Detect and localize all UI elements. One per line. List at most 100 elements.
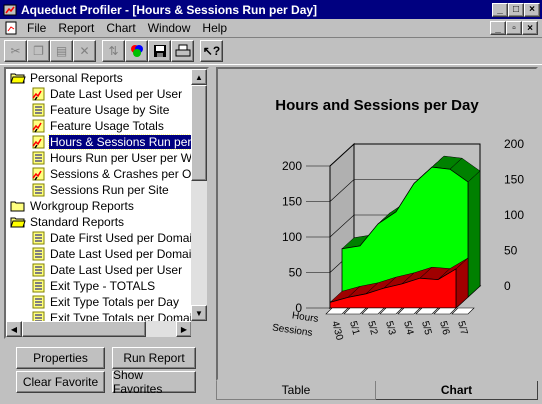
run-report-button[interactable]: Run Report xyxy=(112,347,196,369)
minimize-button[interactable]: _ xyxy=(492,2,508,17)
color-palette-icon[interactable] xyxy=(125,40,148,62)
menu-report[interactable]: Report xyxy=(52,21,100,35)
tree-item[interactable]: Sessions Run per Site xyxy=(30,182,170,198)
view-tabs: Table Chart xyxy=(216,381,538,400)
menu-help[interactable]: Help xyxy=(196,21,233,35)
x-tick-label: 5/5 xyxy=(419,320,433,337)
tree-item-label: Hours & Sessions Run per Da xyxy=(47,134,192,150)
y-tick-label-right: 150 xyxy=(504,173,524,187)
scroll-left-icon[interactable]: ◀ xyxy=(6,321,22,337)
tree-group-label: Standard Reports xyxy=(30,215,125,229)
menu-window[interactable]: Window xyxy=(142,21,197,35)
paste-icon[interactable]: ▤ xyxy=(50,40,73,62)
tree-item-label: Exit Type Totals per Day xyxy=(50,295,179,309)
tree-item[interactable]: Hours & Sessions Run per Da xyxy=(30,134,192,150)
menu-chart[interactable]: Chart xyxy=(100,21,141,35)
print-icon[interactable] xyxy=(171,40,194,62)
report-chart-icon xyxy=(32,167,45,181)
x-tick-label: 5/4 xyxy=(401,320,415,337)
y-tick-label-right: 0 xyxy=(504,279,511,293)
folder-icon xyxy=(10,201,25,212)
close-button[interactable]: × xyxy=(524,2,540,17)
tree-item-label: Date Last Used per User xyxy=(50,87,183,101)
tab-chart[interactable]: Chart xyxy=(376,381,538,400)
y-tick-label-right: 100 xyxy=(504,208,524,222)
show-favorites-button[interactable]: Show Favorites xyxy=(112,368,196,396)
scroll-right-icon[interactable]: ▶ xyxy=(176,321,192,337)
report-tree[interactable]: Personal Reports Date Last Used per User F… xyxy=(4,67,209,339)
tree-item[interactable]: Date First Used per Domain xyxy=(30,230,192,246)
tree-item-label: Date Last Used per Domain xyxy=(50,247,192,261)
app-icon xyxy=(3,4,17,15)
tree-group[interactable]: Personal Reports xyxy=(10,70,124,86)
properties-button[interactable]: Properties xyxy=(16,347,105,369)
tree-item[interactable]: Date Last Used per User xyxy=(30,262,183,278)
report-table-icon xyxy=(32,311,45,321)
tree-item[interactable]: Date Last Used per Domain xyxy=(30,246,192,262)
tab-table[interactable]: Table xyxy=(216,381,376,400)
tree-item-label: Exit Type Totals per Domain xyxy=(50,311,192,321)
y-tick-label-left: 150 xyxy=(282,195,302,209)
tree-item-label: Exit Type - TOTALS xyxy=(50,279,156,293)
tree-item[interactable]: Feature Usage Totals xyxy=(30,118,165,134)
scroll-down-icon[interactable]: ▼ xyxy=(191,305,207,321)
tree-item[interactable]: Date Last Used per User xyxy=(30,86,183,102)
report-table-icon xyxy=(32,263,45,277)
report-table-icon xyxy=(32,103,45,117)
window-title: Aqueduct Profiler - [Hours & Sessions Ru… xyxy=(21,2,318,17)
tree-group-label: Personal Reports xyxy=(30,71,123,85)
horizontal-scroll-thumb[interactable] xyxy=(22,321,146,337)
delete-icon[interactable]: ✕ xyxy=(73,40,96,62)
horizontal-scrollbar[interactable]: ◀ ▶ xyxy=(6,321,192,337)
chart-3d-area: 005050100100150150200200HoursSessions 4/3… xyxy=(271,137,524,342)
y-tick-label-left: 200 xyxy=(282,159,302,173)
vertical-scrollbar[interactable]: ▲ ▼ xyxy=(191,69,207,321)
doc-minimize-button[interactable]: _ xyxy=(490,21,506,35)
save-icon[interactable] xyxy=(148,40,171,62)
tree-item[interactable]: Feature Usage by Site xyxy=(30,102,170,118)
tree-item-label: Date First Used per Domain xyxy=(50,231,192,245)
x-tick-label: 5/7 xyxy=(455,320,469,337)
title-bar[interactable]: Aqueduct Profiler - [Hours & Sessions Ru… xyxy=(0,0,542,19)
tree-item[interactable]: Sessions & Crashes per OS xyxy=(30,166,192,182)
report-table-icon xyxy=(32,231,45,245)
y-tick-label-right: 200 xyxy=(504,137,524,151)
vertical-scroll-thumb[interactable] xyxy=(191,85,207,181)
x-tick-label: 5/1 xyxy=(347,320,361,337)
tree-item-label: Hours Run per User per Wee xyxy=(50,151,192,165)
x-tick-label: 4/30 xyxy=(329,320,345,342)
tree-group[interactable]: Standard Reports xyxy=(10,214,125,230)
tree-group[interactable]: Workgroup Reports xyxy=(10,198,135,214)
doc-close-button[interactable]: × xyxy=(522,21,538,35)
scroll-corner xyxy=(191,321,207,337)
x-tick-label: 5/2 xyxy=(365,320,379,337)
copy-icon[interactable]: ❐ xyxy=(27,40,50,62)
report-table-icon xyxy=(32,183,45,197)
doc-restore-button[interactable]: ▫ xyxy=(506,21,522,35)
report-table-icon xyxy=(32,151,45,165)
x-tick-label: 5/6 xyxy=(437,320,451,337)
context-help-icon[interactable]: ↖? xyxy=(200,40,223,62)
scroll-up-icon[interactable]: ▲ xyxy=(191,69,207,85)
report-chart-icon xyxy=(32,135,45,149)
tree-item[interactable]: Hours Run per User per Wee xyxy=(30,150,192,166)
report-table-icon xyxy=(32,279,45,293)
folder-icon xyxy=(10,217,26,228)
y-tick-label-left: 50 xyxy=(289,266,303,280)
clear-favorite-button[interactable]: Clear Favorite xyxy=(16,371,105,393)
report-chart-icon xyxy=(32,87,45,101)
maximize-button[interactable]: □ xyxy=(508,2,524,17)
toolbar: ✂ ❐ ▤ ✕ ⇅ ↖? xyxy=(0,37,542,65)
cut-icon[interactable]: ✂ xyxy=(4,40,27,62)
sort-icon[interactable]: ⇅ xyxy=(102,40,125,62)
document-icon[interactable] xyxy=(4,21,18,35)
menu-file[interactable]: File xyxy=(21,21,52,35)
tree-item[interactable]: Exit Type Totals per Day xyxy=(30,294,180,310)
x-tick-label: 5/3 xyxy=(383,320,397,337)
tree-item-label: Feature Usage by Site xyxy=(50,103,170,117)
series-end-face xyxy=(467,170,481,298)
chart-pane: Hours and Sessions per Day 0 0 50 50 100 100 1… xyxy=(216,67,538,381)
tree-item-label: Date Last Used per User xyxy=(50,263,183,277)
tree-item[interactable]: Exit Type - TOTALS xyxy=(30,278,156,294)
tree-item[interactable]: Exit Type Totals per Domain xyxy=(30,310,192,321)
